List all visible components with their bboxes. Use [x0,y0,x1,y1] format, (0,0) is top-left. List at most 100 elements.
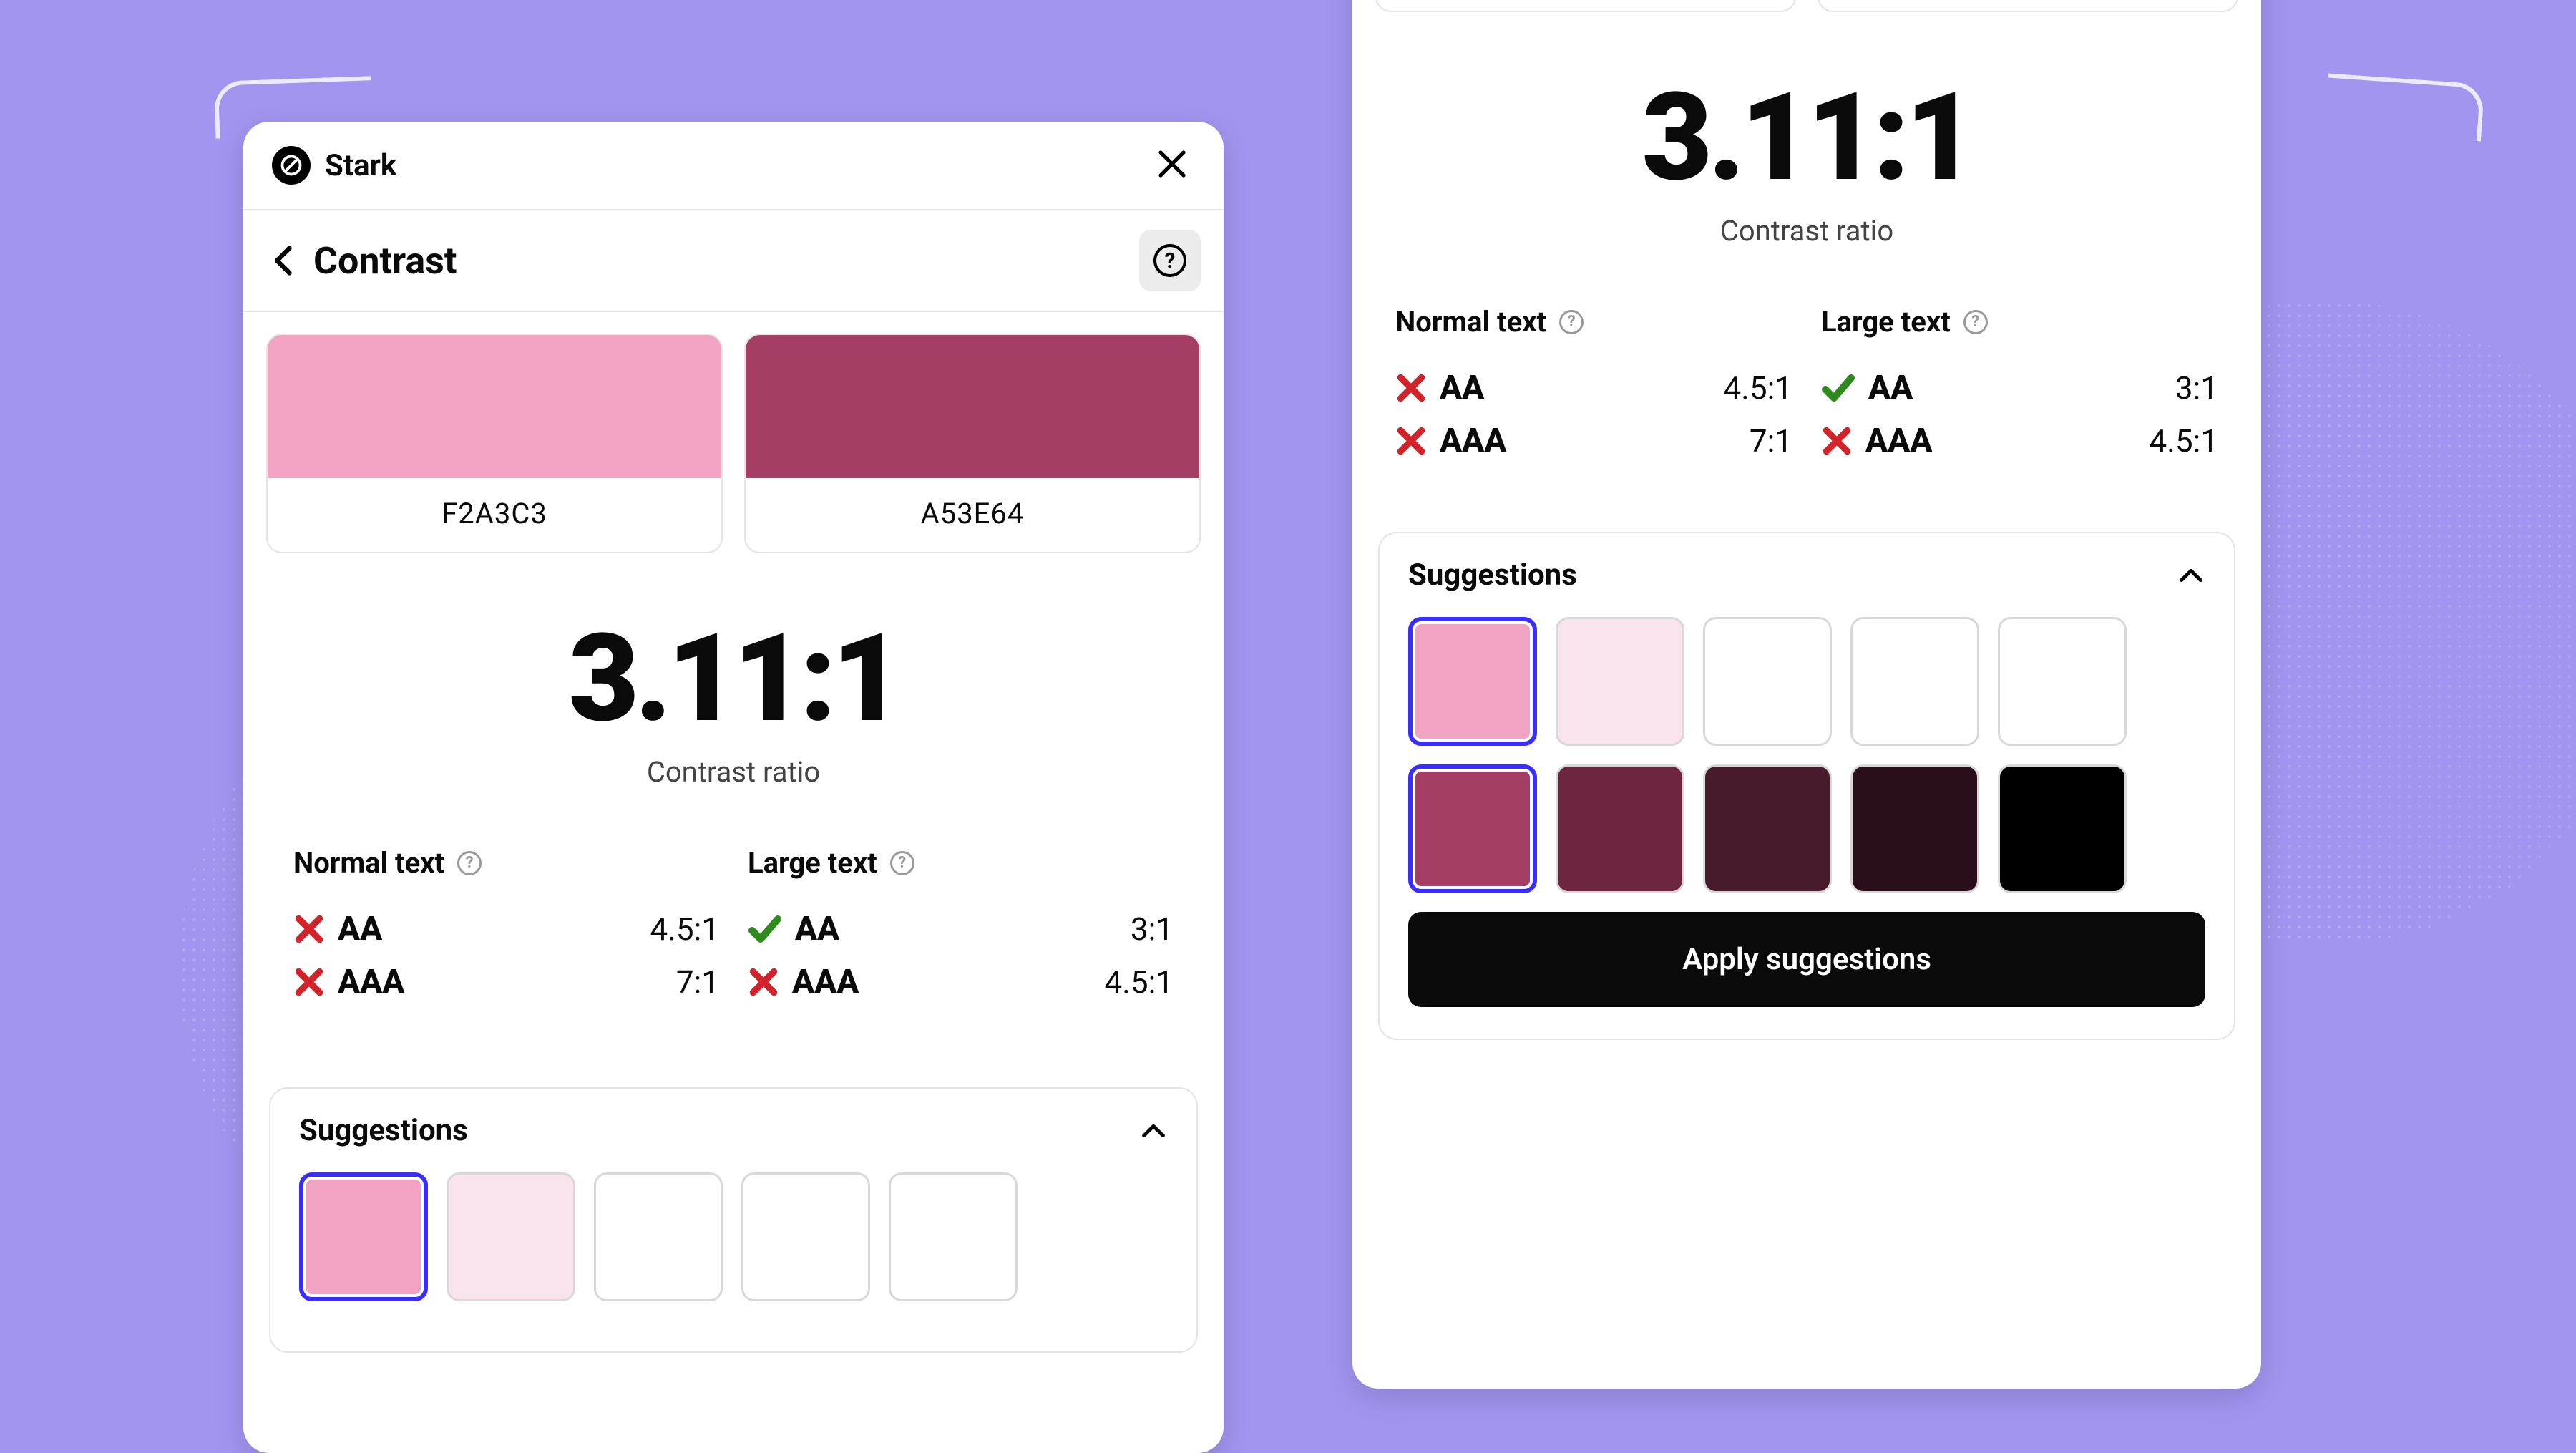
foreground-color-chip [268,335,721,478]
suggestions-label: Suggestions [1408,558,1577,593]
suggestion-swatch[interactable] [1408,617,1537,746]
suggestion-swatch[interactable] [447,1172,575,1301]
level-label: AA [1868,369,1913,407]
suggestions-label: Suggestions [299,1113,468,1148]
level-label: AAA [792,963,859,1001]
brand-name: Stark [325,148,396,183]
ratio-label: Contrast ratio [1352,214,2261,248]
decorative-squiggle [2323,73,2484,141]
suggestions-card: Suggestions [269,1087,1198,1353]
suggestion-row-foreground [1408,617,2205,746]
nav-row: Contrast ? [243,210,1224,311]
required-ratio: 7:1 [676,963,719,1001]
large-aa-row: AA 3:1 [1821,361,2218,414]
info-icon[interactable]: ? [890,851,914,875]
contrast-ratio: 3.11:1 Contrast ratio [1352,12,2261,248]
fail-icon [1821,425,1853,457]
background-hex: A53E64 [746,478,1199,552]
suggestions-toggle[interactable]: Suggestions [299,1113,1168,1148]
suggestion-swatch[interactable] [1998,764,2127,893]
close-button[interactable] [1155,147,1189,184]
compliance-grid: Normal text ? AA 4.5:1 AAA [1352,248,2261,467]
foreground-swatch[interactable]: F2A3C3 [1375,0,1796,12]
level-label: AA [338,910,382,948]
suggestion-swatch[interactable] [741,1172,870,1301]
background-swatch[interactable]: A53E64 [1818,0,2238,12]
background-color-chip [746,335,1199,478]
fail-icon [1395,425,1427,457]
foreground-swatch[interactable]: F2A3C3 [266,334,723,553]
required-ratio: 7:1 [1750,422,1792,460]
large-text-column: Large text ? AA 3:1 AAA 4.5:1 [748,846,1174,1009]
level-label: AAA [1440,422,1506,460]
contrast-ratio: 3.11:1 Contrast ratio [243,553,1224,789]
titlebar: Stark [243,122,1224,209]
suggestion-swatch[interactable] [1998,617,2127,746]
stark-logo-icon [272,146,311,185]
suggestion-swatch[interactable] [1850,764,1979,893]
normal-aa-row: AA 4.5:1 [1395,361,1792,414]
ratio-label: Contrast ratio [243,755,1224,789]
large-text-column: Large text ? AA 3:1 AAA [1821,305,2218,467]
required-ratio: 4.5:1 [650,910,719,948]
brand: Stark [272,146,396,185]
info-icon[interactable]: ? [457,851,482,875]
chevron-left-icon [266,242,303,279]
required-ratio: 4.5:1 [1105,963,1174,1001]
suggestions-toggle[interactable]: Suggestions [1408,558,2205,593]
normal-label: Normal text [293,846,444,880]
chevron-up-icon [2177,561,2205,590]
normal-text-column: Normal text ? AA 4.5:1 AAA [1395,305,1792,467]
stark-contrast-panel: Stark Contrast ? F2A3C3 A53E64 [243,122,1224,1453]
apply-suggestions-button[interactable]: Apply suggestions [1408,912,2205,1007]
fail-icon [293,913,325,945]
suggestion-row-background [1408,764,2205,893]
normal-aaa-row: AAA 7:1 [1395,414,1792,467]
normal-text-column: Normal text ? AA 4.5:1 AAA 7:1 [293,846,719,1009]
required-ratio: 3:1 [1131,910,1174,948]
suggestion-swatch[interactable] [1556,617,1684,746]
large-label: Large text [1821,305,1951,339]
help-button[interactable]: ? [1139,230,1201,291]
ratio-value: 3.11:1 [1352,77,2261,198]
compliance-grid: Normal text ? AA 4.5:1 AAA 7:1 [243,789,1224,1009]
suggestion-swatch[interactable] [299,1172,428,1301]
required-ratio: 3:1 [2175,369,2218,407]
level-label: AAA [1865,422,1932,460]
suggestion-swatch[interactable] [1408,764,1537,893]
background-hex: A53E64 [1819,0,2237,11]
fail-icon [293,966,325,998]
suggestion-swatch[interactable] [889,1172,1018,1301]
info-icon[interactable]: ? [1963,310,1988,334]
normal-aaa-row: AAA 7:1 [293,956,719,1009]
info-icon[interactable]: ? [1559,310,1584,334]
normal-label: Normal text [1395,305,1546,339]
pass-icon [748,912,782,946]
back-button[interactable]: Contrast [266,239,457,283]
suggestion-swatch[interactable] [1556,764,1684,893]
suggestion-swatch[interactable] [1850,617,1979,746]
level-label: AAA [338,963,404,1001]
normal-aa-row: AA 4.5:1 [293,903,719,956]
color-swatches: F2A3C3 A53E64 [243,312,1224,553]
large-aaa-row: AAA 4.5:1 [1821,414,2218,467]
page-title: Contrast [313,239,457,283]
suggestion-swatch[interactable] [1703,764,1832,893]
level-label: AA [1440,369,1484,407]
chevron-up-icon [1139,1117,1168,1145]
suggestion-row-foreground [299,1172,1168,1301]
large-aa-row: AA 3:1 [748,903,1174,956]
fail-icon [1395,372,1427,404]
suggestion-swatch[interactable] [594,1172,723,1301]
suggestions-card: Suggestions Apply suggestions [1378,532,2235,1040]
background-swatch[interactable]: A53E64 [744,334,1201,553]
fail-icon [748,966,779,998]
required-ratio: 4.5:1 [2150,422,2218,460]
foreground-hex: F2A3C3 [1377,0,1795,11]
large-aaa-row: AAA 4.5:1 [748,956,1174,1009]
large-label: Large text [748,846,877,880]
question-icon: ? [1153,244,1186,277]
suggestion-swatch[interactable] [1703,617,1832,746]
level-label: AA [795,910,839,948]
ratio-value: 3.11:1 [243,618,1224,739]
